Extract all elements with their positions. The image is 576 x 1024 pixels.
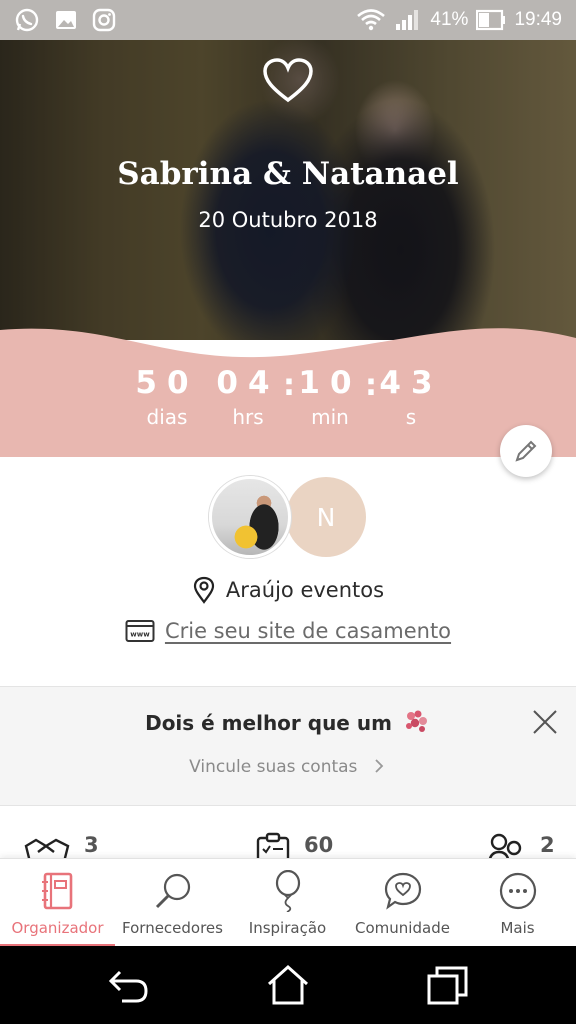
pencil-icon	[515, 440, 537, 462]
heart-icon	[263, 58, 313, 103]
clock: 19:49	[514, 9, 562, 30]
days-value: 50	[135, 365, 199, 401]
hours-label: hrs	[232, 405, 264, 429]
days-label: dias	[146, 405, 188, 429]
seconds-value: 43	[379, 365, 443, 401]
partner-initial: N	[316, 502, 336, 532]
partner-avatar[interactable]: N	[286, 477, 366, 557]
website-icon: www	[125, 620, 155, 642]
link-accounts-button[interactable]: Vincule suas contas	[0, 757, 576, 777]
stat-value: 3	[84, 833, 99, 857]
stat-vendors[interactable]: 3	[24, 832, 99, 860]
checklist-icon	[256, 832, 290, 860]
countdown: 50 dias 04 hrs : 10 min : 43 s	[0, 320, 576, 457]
nav-label: Inspiração	[248, 919, 327, 937]
create-site-label: Crie seu site de casamento	[164, 619, 452, 643]
nav-label: Mais	[500, 919, 535, 937]
couple-avatar[interactable]	[209, 476, 291, 558]
nav-label: Fornecedores	[122, 919, 223, 937]
battery-percent: 41%	[430, 9, 469, 30]
link-card-title-row: Dois é melhor que um	[0, 709, 576, 735]
handshake-icon	[24, 838, 70, 860]
battery-icon	[476, 9, 506, 31]
recent-apps-icon[interactable]	[426, 964, 470, 1006]
nav-label: Organizador	[11, 919, 104, 937]
gallery-icon	[54, 8, 78, 32]
nav-inspiracao[interactable]: Inspiração	[230, 859, 345, 947]
cover-photo: Sabrina & Natanael 20 Outubro 2018	[0, 40, 576, 340]
chat-heart-icon	[381, 869, 425, 913]
stat-value: 60	[304, 833, 334, 857]
wedding-date: 20 Outubro 2018	[198, 208, 378, 232]
balloon-icon	[266, 869, 310, 913]
link-card-title: Dois é melhor que um	[145, 711, 392, 735]
vendor-name: Araújo eventos	[225, 578, 385, 602]
planner-icon	[36, 869, 80, 913]
hours-value: 04	[216, 365, 280, 401]
wifi-icon	[356, 8, 386, 32]
nav-fornecedores[interactable]: Fornecedores	[115, 859, 230, 947]
couple-names: Sabrina & Natanael	[117, 156, 459, 192]
status-bar: 41% 19:49	[0, 0, 576, 40]
bottom-navigation: Organizador Fornecedores Inspiração Comu…	[0, 858, 576, 947]
vendor-location[interactable]: Araújo eventos	[0, 576, 576, 604]
nav-comunidade[interactable]: Comunidade	[345, 859, 460, 947]
minutes-value: 10	[298, 365, 362, 401]
back-icon[interactable]	[106, 964, 150, 1006]
home-icon[interactable]	[266, 964, 310, 1006]
close-icon[interactable]	[530, 707, 560, 737]
countdown-hours: 04 hrs	[203, 364, 293, 432]
system-navigation-bar	[0, 946, 576, 1024]
whatsapp-icon	[14, 7, 40, 33]
countdown-seconds: 43 s	[366, 364, 456, 432]
edit-button[interactable]	[500, 425, 552, 477]
nav-mais[interactable]: Mais	[460, 859, 575, 947]
nav-label: Comunidade	[355, 919, 450, 937]
more-icon	[496, 869, 540, 913]
stat-tasks[interactable]: 60	[256, 832, 333, 860]
minutes-label: min	[311, 405, 349, 429]
hearts-icon	[405, 710, 427, 732]
countdown-minutes: 10 min	[285, 364, 375, 432]
stats-row: 3 60 2	[0, 818, 576, 860]
link-accounts-label: Vincule suas contas	[189, 757, 358, 777]
svg-text:www: www	[130, 631, 150, 639]
search-icon	[151, 869, 195, 913]
nav-organizador[interactable]: Organizador	[0, 859, 115, 947]
link-accounts-card: Dois é melhor que um Vincule suas contas	[0, 686, 576, 806]
seconds-label: s	[405, 405, 417, 429]
chevron-right-icon	[375, 759, 384, 773]
stat-value: 2	[540, 833, 555, 857]
stat-guests[interactable]: 2	[486, 832, 555, 860]
location-pin-icon	[193, 576, 215, 604]
instagram-icon	[92, 8, 116, 32]
signal-icon	[394, 8, 422, 32]
create-site-link[interactable]: www Crie seu site de casamento	[0, 619, 576, 643]
countdown-days: 50 dias	[122, 364, 212, 432]
guests-icon	[488, 833, 522, 860]
